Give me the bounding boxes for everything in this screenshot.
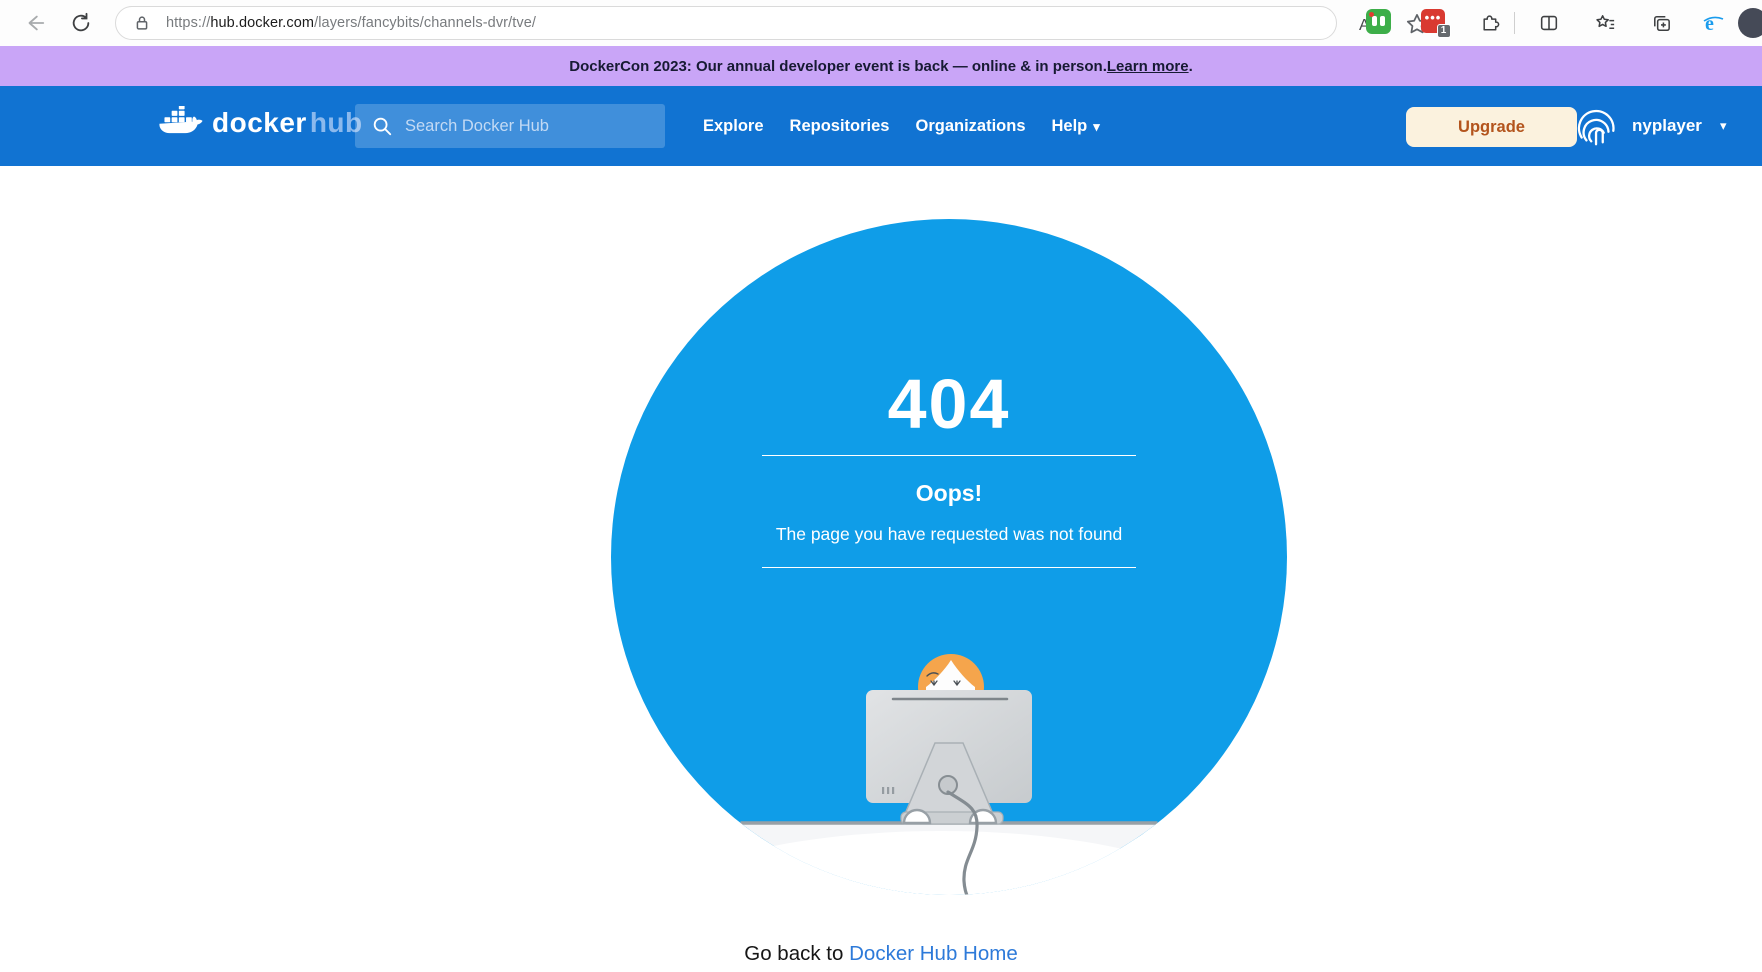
- fingerprint-avatar-icon: [1574, 103, 1620, 149]
- nav-explore[interactable]: Explore: [703, 117, 764, 136]
- browser-toolbar: https://hub.docker.com/layers/fancybits/…: [0, 0, 1762, 46]
- toolbar-divider: [1514, 12, 1515, 34]
- ellipsis-dots: •••: [1425, 10, 1442, 25]
- chevron-down-icon: ▾: [1093, 119, 1100, 134]
- browser-profile-avatar[interactable]: [1738, 8, 1762, 38]
- go-back-text: Go back to: [744, 942, 849, 965]
- extension-password-manager-icon[interactable]: ••• 1: [1421, 9, 1445, 33]
- url-path: /layers/fancybits/channels-dvr/tve/: [314, 15, 536, 31]
- search-icon: [371, 115, 393, 137]
- nav-repositories[interactable]: Repositories: [790, 117, 890, 136]
- banner-learn-more-link[interactable]: Learn more: [1107, 58, 1189, 75]
- robot-eye: [1380, 16, 1385, 26]
- nav-organizations[interactable]: Organizations: [915, 117, 1025, 136]
- favorites-list-icon[interactable]: [1592, 10, 1618, 36]
- notification-dot: [1369, 12, 1374, 17]
- user-menu[interactable]: nyplayer ▾: [1574, 86, 1726, 166]
- robot-eye: [1372, 16, 1377, 26]
- docker-whale-icon: [158, 106, 204, 140]
- split-screen-icon[interactable]: [1536, 10, 1562, 36]
- logo-docker-word: docker: [212, 107, 307, 138]
- extension-robot-icon[interactable]: [1366, 9, 1391, 34]
- svg-text:e: e: [1705, 13, 1714, 35]
- main-content: 404 Oops! The page you have requested wa…: [0, 166, 1762, 972]
- docker-hub-logo[interactable]: dockerhub: [158, 106, 363, 140]
- user-chevron-down-icon: ▾: [1720, 118, 1727, 134]
- divider: [762, 455, 1136, 456]
- extensions-puzzle-icon[interactable]: [1476, 10, 1502, 36]
- monitor: [866, 690, 1032, 824]
- url-prefix: https://: [166, 15, 210, 31]
- search-input[interactable]: [405, 117, 645, 136]
- go-back-line: Go back to Docker Hub Home: [0, 942, 1762, 966]
- search-box[interactable]: [355, 104, 665, 148]
- back-icon[interactable]: [22, 10, 48, 36]
- banner-text: DockerCon 2023: Our annual developer eve…: [569, 58, 1107, 75]
- error-circle: 404 Oops! The page you have requested wa…: [611, 219, 1287, 895]
- error-code: 404: [611, 369, 1287, 439]
- divider: [762, 567, 1136, 568]
- nav-help[interactable]: Help ▾: [1052, 117, 1100, 136]
- collections-icon[interactable]: [1648, 10, 1674, 36]
- logo-text: dockerhub: [212, 107, 363, 139]
- error-title: Oops!: [611, 480, 1287, 507]
- ie-mode-icon[interactable]: e: [1700, 10, 1726, 36]
- banner-suffix: .: [1189, 58, 1193, 75]
- username: nyplayer: [1632, 116, 1702, 136]
- error-message: The page you have requested was not foun…: [611, 524, 1287, 545]
- docker-hub-home-link[interactable]: Docker Hub Home: [849, 942, 1018, 965]
- url-domain: hub.docker.com: [210, 15, 314, 31]
- nav-help-label: Help: [1052, 117, 1088, 135]
- header-nav: Explore Repositories Organizations Help ▾: [703, 86, 1100, 166]
- extension-badge: 1: [1437, 24, 1451, 38]
- url-text: https://hub.docker.com/layers/fancybits/…: [166, 15, 536, 31]
- error-stack: 404 Oops! The page you have requested wa…: [611, 369, 1287, 568]
- address-bar[interactable]: https://hub.docker.com/layers/fancybits/…: [115, 6, 1337, 40]
- promo-banner: DockerCon 2023: Our annual developer eve…: [0, 46, 1762, 86]
- monitor-vents: [882, 787, 894, 794]
- refresh-icon[interactable]: [68, 10, 94, 36]
- docker-hub-header: dockerhub Explore Repositories Organizat…: [0, 86, 1762, 166]
- upgrade-button[interactable]: Upgrade: [1406, 107, 1577, 147]
- lock-icon[interactable]: [132, 13, 152, 38]
